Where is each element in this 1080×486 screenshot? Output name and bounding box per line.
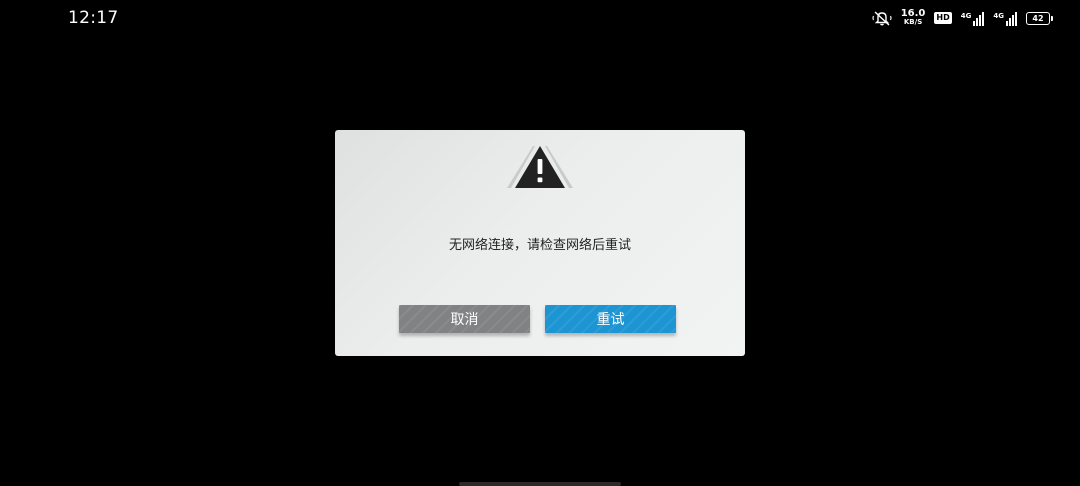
retry-button-label: 重试 xyxy=(596,312,625,328)
network-speed: 16.0 KB/S xyxy=(901,9,926,27)
hd-voice-icon: HD xyxy=(934,12,952,24)
signal-icon-sim2: 4G xyxy=(993,10,1017,26)
cancel-button-label: 取消 xyxy=(450,312,479,328)
status-icons: 16.0 KB/S HD 4G 4G 42 xyxy=(872,8,1053,28)
dialog-message: 无网络连接，请检查网络后重试 xyxy=(448,238,631,253)
status-time: 12:17 xyxy=(68,8,119,28)
signal-type-label: 4G xyxy=(993,12,1004,20)
home-indicator[interactable] xyxy=(459,482,621,486)
cancel-button[interactable]: 取消 xyxy=(399,305,530,333)
battery-icon: 42 xyxy=(1026,11,1053,25)
network-speed-unit: KB/S xyxy=(903,18,923,26)
app-screen: 12:17 16.0 KB/S HD 4G 4G 42 无网络连接，请检查网络后… xyxy=(0,0,1080,486)
bell-off-icon xyxy=(872,10,892,26)
no-network-dialog: 无网络连接，请检查网络后重试 取消 重试 xyxy=(335,130,745,356)
warning-triangle-icon xyxy=(503,144,577,192)
retry-button[interactable]: 重试 xyxy=(545,305,676,333)
signal-icon-sim1: 4G xyxy=(961,10,985,26)
network-speed-value: 16.0 xyxy=(900,8,926,19)
signal-type-label: 4G xyxy=(960,12,972,20)
